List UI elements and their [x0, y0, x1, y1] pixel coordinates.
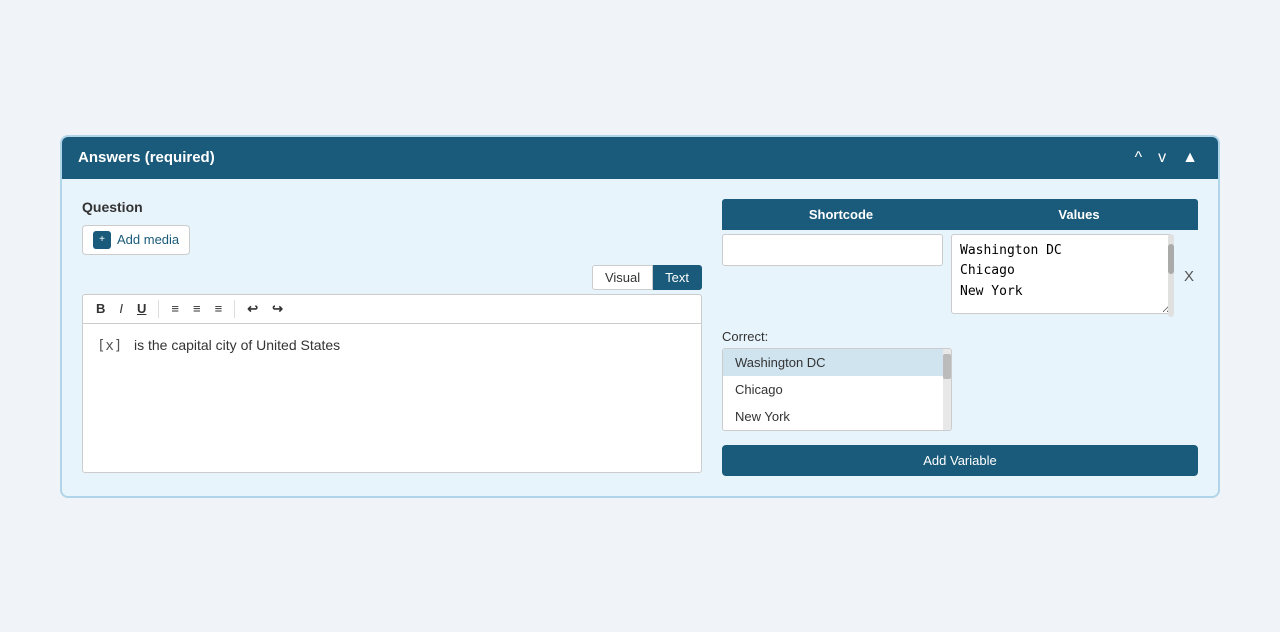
editor-body[interactable]: [x] is the capital city of United States — [82, 323, 702, 473]
chevron-down-btn[interactable]: v — [1154, 147, 1170, 169]
toolbar-divider-1 — [158, 300, 159, 318]
remove-row-button[interactable]: X — [1180, 264, 1198, 289]
align-right-button[interactable]: ≡ — [210, 299, 228, 318]
add-media-label: Add media — [117, 232, 179, 247]
undo-button[interactable]: ↩ — [242, 299, 263, 319]
question-label: Question — [82, 199, 702, 215]
tab-visual[interactable]: Visual — [592, 265, 653, 290]
correct-dropdown[interactable]: Washington DC Chicago New York — [722, 348, 952, 431]
values-textarea[interactable]: Washington DC Chicago New York — [951, 234, 1172, 314]
tab-text[interactable]: Text — [653, 265, 702, 290]
add-media-icon: + — [93, 231, 111, 249]
left-panel: Question + Add media Visual Text B I U ≡… — [82, 199, 722, 476]
redo-button[interactable]: ↪ — [267, 299, 288, 319]
shortcode-input[interactable] — [722, 234, 943, 266]
bold-button[interactable]: B — [91, 299, 110, 318]
shortcode-tag: [x] — [97, 338, 122, 354]
align-left-button[interactable]: ≡ — [166, 299, 184, 318]
right-panel: Shortcode Values Washington DC Chicago N… — [722, 199, 1198, 476]
italic-button[interactable]: I — [114, 299, 128, 318]
editor-area: Visual Text B I U ≡ ≡ ≡ ↩ ↪ [ — [82, 265, 702, 473]
editor-tabs: Visual Text — [82, 265, 702, 290]
dropdown-scrollbar — [943, 349, 951, 430]
shortcode-col — [722, 234, 943, 266]
chevron-up-btn[interactable]: ^ — [1131, 147, 1147, 169]
editor-text: [x] is the capital city of United States — [97, 334, 687, 357]
panel-header: Answers (required) ^ v ▲ — [62, 137, 1218, 179]
scrollbar — [1168, 234, 1174, 317]
dropdown-scroll-thumb — [943, 354, 951, 379]
values-col: Washington DC Chicago New York — [951, 234, 1172, 317]
toolbar-divider-2 — [234, 300, 235, 318]
add-variable-button[interactable]: Add Variable — [722, 445, 1198, 476]
correct-option-washington[interactable]: Washington DC — [723, 349, 951, 376]
correct-option-chicago[interactable]: Chicago — [723, 376, 951, 403]
col-values-header: Values — [960, 199, 1198, 230]
align-center-button[interactable]: ≡ — [188, 299, 206, 318]
panel-title: Answers (required) — [78, 149, 215, 166]
editor-toolbar: B I U ≡ ≡ ≡ ↩ ↪ — [82, 294, 702, 323]
answers-panel: Answers (required) ^ v ▲ Question + Add … — [60, 135, 1220, 498]
scrollbar-thumb — [1168, 244, 1174, 274]
correct-option-newyork[interactable]: New York — [723, 403, 951, 430]
header-controls: ^ v ▲ — [1131, 147, 1202, 169]
col-shortcode-header: Shortcode — [722, 199, 960, 230]
correct-label: Correct: — [722, 329, 1198, 344]
add-media-button[interactable]: + Add media — [82, 225, 190, 255]
underline-button[interactable]: U — [132, 299, 151, 318]
table-header: Shortcode Values — [722, 199, 1198, 230]
collapse-btn[interactable]: ▲ — [1178, 147, 1202, 169]
correct-section: Correct: Washington DC Chicago New York — [722, 329, 1198, 431]
table-data-row: Washington DC Chicago New York X — [722, 234, 1198, 317]
content-area: Question + Add media Visual Text B I U ≡… — [62, 179, 1218, 496]
